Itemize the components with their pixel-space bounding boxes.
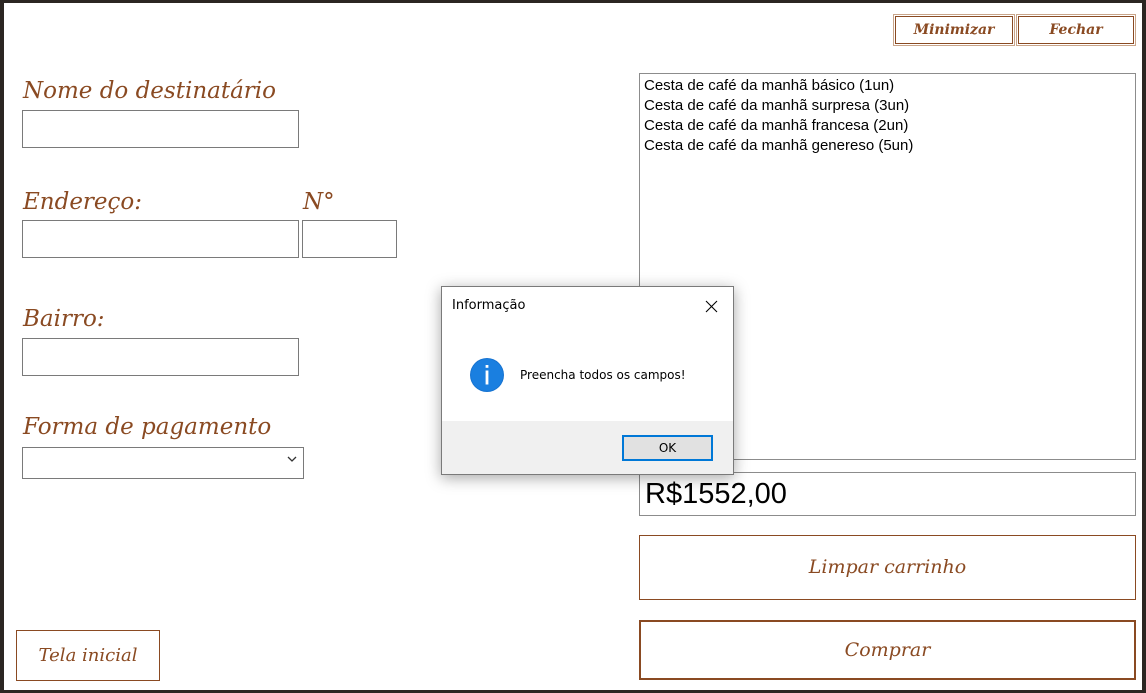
number-label: N° (303, 189, 335, 215)
info-dialog: Informação Preencha todos os campos! OK (441, 286, 734, 475)
recipient-input[interactable] (22, 110, 299, 148)
dialog-message: Preencha todos os campos! (520, 368, 686, 382)
number-input[interactable] (302, 220, 397, 258)
buy-button[interactable]: Comprar (639, 620, 1136, 680)
payment-select[interactable] (22, 447, 304, 479)
close-icon (705, 300, 717, 312)
cart-item[interactable]: Cesta de café da manhã genereso (5un) (644, 136, 1131, 156)
home-button[interactable]: Tela inicial (16, 630, 160, 681)
chevron-down-icon (287, 456, 297, 462)
dialog-footer: OK (442, 421, 733, 474)
district-input[interactable] (22, 338, 299, 376)
cart-item[interactable]: Cesta de café da manhã surpresa (3un) (644, 96, 1131, 116)
payment-label: Forma de pagamento (23, 414, 272, 440)
info-icon (470, 358, 504, 392)
clear-cart-button[interactable]: Limpar carrinho (639, 535, 1136, 600)
minimize-button[interactable]: Minimizar (893, 14, 1015, 46)
dialog-title: Informação (452, 298, 526, 313)
cart-item[interactable]: Cesta de café da manhã francesa (2un) (644, 116, 1131, 136)
address-input[interactable] (22, 220, 299, 258)
recipient-label: Nome do destinatário (23, 78, 276, 104)
dialog-close-button[interactable] (689, 287, 733, 325)
ok-button[interactable]: OK (622, 435, 713, 461)
close-window-button[interactable]: Fechar (1016, 14, 1136, 46)
total-display: R$1552,00 (639, 472, 1136, 516)
address-label: Endereço: (23, 189, 143, 215)
district-label: Bairro: (23, 306, 105, 332)
app-root: Minimizar Fechar Nome do destinatário En… (0, 0, 1146, 693)
cart-item[interactable]: Cesta de café da manhã básico (1un) (644, 76, 1131, 96)
